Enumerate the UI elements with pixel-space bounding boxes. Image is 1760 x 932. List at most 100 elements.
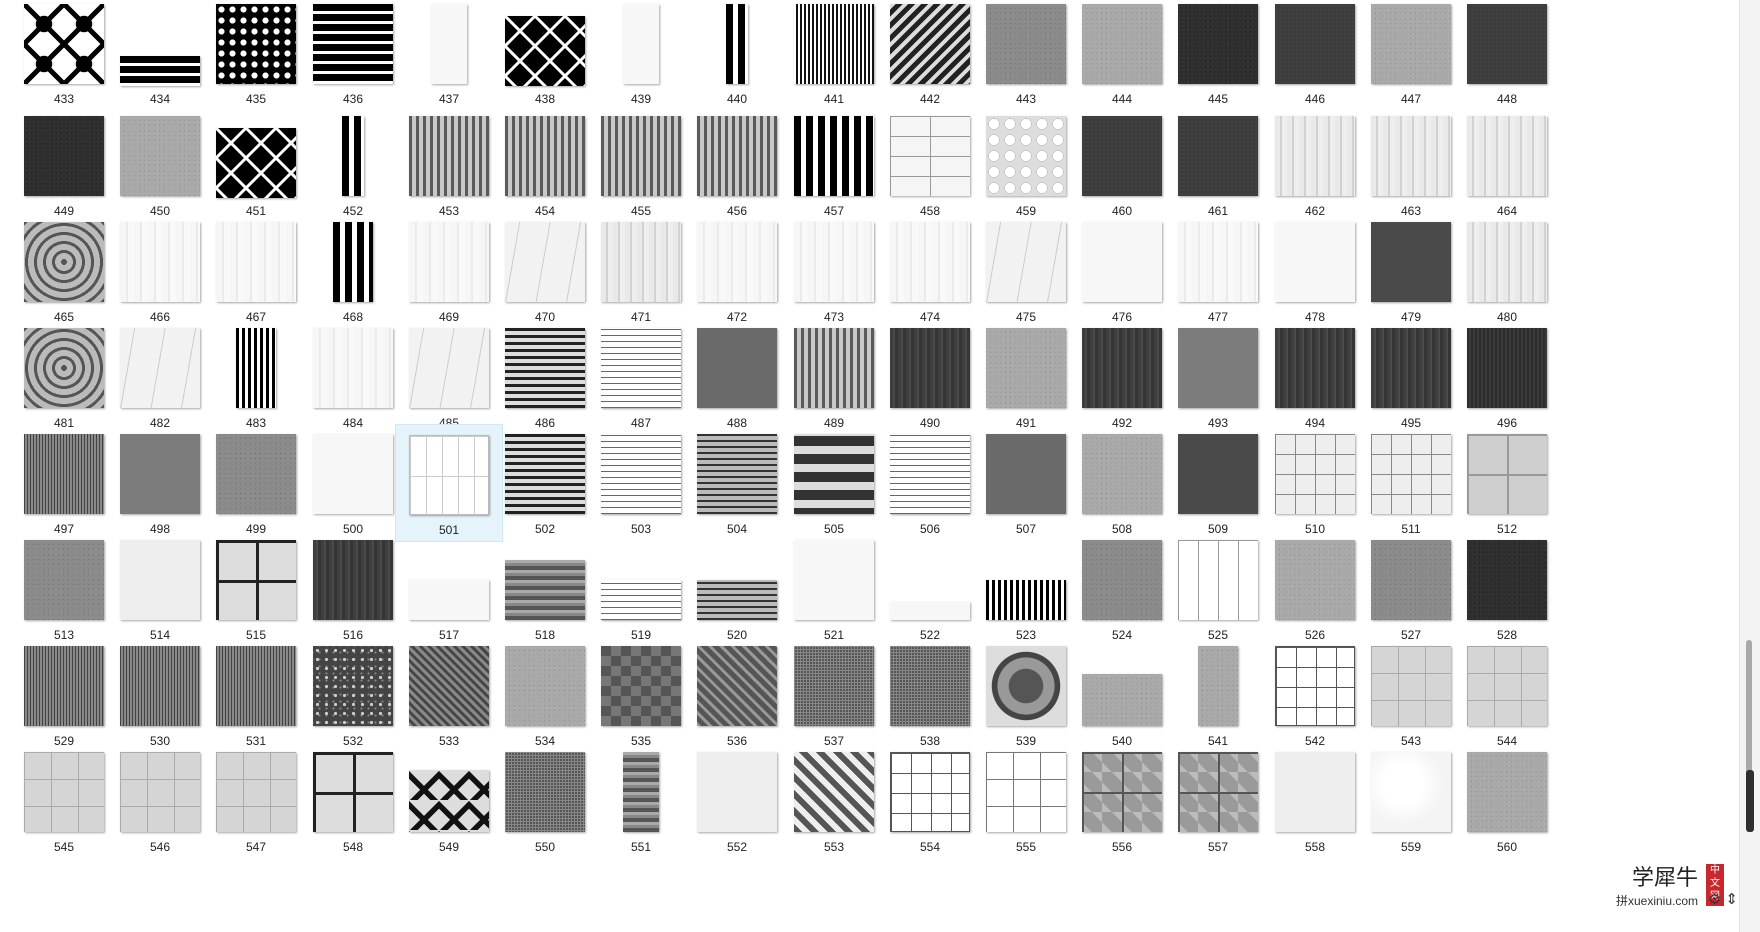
texture-thumbnail[interactable]: 527	[1357, 530, 1465, 648]
texture-thumbnail[interactable]: 459	[972, 106, 1080, 224]
texture-thumbnail[interactable]: 477	[1164, 212, 1272, 330]
texture-thumbnail[interactable]: 457	[780, 106, 888, 224]
texture-thumbnail[interactable]: 479	[1357, 212, 1465, 330]
texture-thumbnail[interactable]: 533	[395, 636, 503, 754]
texture-thumbnail[interactable]: 522	[876, 530, 984, 648]
texture-thumbnail[interactable]: 555	[972, 742, 1080, 860]
texture-thumbnail[interactable]: 506	[876, 424, 984, 542]
texture-thumbnail[interactable]: 473	[780, 212, 888, 330]
texture-thumbnail[interactable]: 443	[972, 0, 1080, 112]
texture-thumbnail[interactable]: 540	[1068, 636, 1176, 754]
texture-thumbnail[interactable]: 447	[1357, 0, 1465, 112]
texture-thumbnail[interactable]: 470	[491, 212, 599, 330]
texture-thumbnail[interactable]: 476	[1068, 212, 1176, 330]
texture-thumbnail[interactable]: 460	[1068, 106, 1176, 224]
texture-thumbnail[interactable]: 501	[395, 424, 503, 542]
texture-thumbnail[interactable]: 481	[10, 318, 118, 436]
texture-thumbnail[interactable]: 523	[972, 530, 1080, 648]
texture-thumbnail[interactable]: 446	[1261, 0, 1369, 112]
texture-thumbnail[interactable]: 497	[10, 424, 118, 542]
texture-thumbnail[interactable]: 444	[1068, 0, 1176, 112]
texture-thumbnail[interactable]: 532	[299, 636, 407, 754]
texture-thumbnail[interactable]: 546	[106, 742, 214, 860]
texture-thumbnail[interactable]: 514	[106, 530, 214, 648]
texture-thumbnail[interactable]: 508	[1068, 424, 1176, 542]
texture-thumbnail[interactable]: 520	[683, 530, 791, 648]
texture-thumbnail[interactable]: 436	[299, 0, 407, 112]
texture-thumbnail[interactable]: 490	[876, 318, 984, 436]
texture-thumbnail[interactable]: 452	[299, 106, 407, 224]
texture-thumbnail[interactable]: 549	[395, 742, 503, 860]
texture-thumbnail[interactable]: 512	[1453, 424, 1561, 542]
texture-thumbnail[interactable]: 463	[1357, 106, 1465, 224]
texture-thumbnail[interactable]: 526	[1261, 530, 1369, 648]
texture-thumbnail[interactable]: 552	[683, 742, 791, 860]
texture-thumbnail[interactable]: 440	[683, 0, 791, 112]
texture-thumbnail[interactable]: 437	[395, 0, 503, 112]
texture-thumbnail[interactable]: 537	[780, 636, 888, 754]
texture-thumbnail[interactable]: 462	[1261, 106, 1369, 224]
texture-thumbnail[interactable]: 510	[1261, 424, 1369, 542]
texture-thumbnail[interactable]: 517	[395, 530, 503, 648]
texture-thumbnail[interactable]: 498	[106, 424, 214, 542]
texture-thumbnail[interactable]: 503	[587, 424, 695, 542]
texture-thumbnail[interactable]: 487	[587, 318, 695, 436]
texture-thumbnail[interactable]: 530	[106, 636, 214, 754]
texture-thumbnail[interactable]: 454	[491, 106, 599, 224]
texture-thumbnail[interactable]: 442	[876, 0, 984, 112]
texture-thumbnail[interactable]: 453	[395, 106, 503, 224]
texture-thumbnail[interactable]: 488	[683, 318, 791, 436]
texture-thumbnail[interactable]: 535	[587, 636, 695, 754]
texture-thumbnail[interactable]: 511	[1357, 424, 1465, 542]
texture-thumbnail[interactable]: 448	[1453, 0, 1561, 112]
texture-thumbnail[interactable]: 534	[491, 636, 599, 754]
texture-thumbnail[interactable]: 521	[780, 530, 888, 648]
texture-thumbnail[interactable]: 559	[1357, 742, 1465, 860]
texture-thumbnail[interactable]: 504	[683, 424, 791, 542]
texture-thumbnail[interactable]: 525	[1164, 530, 1272, 648]
texture-thumbnail[interactable]: 467	[202, 212, 310, 330]
side-panel-handle[interactable]	[1746, 770, 1754, 832]
texture-thumbnail[interactable]: 499	[202, 424, 310, 542]
texture-thumbnail[interactable]: 557	[1164, 742, 1272, 860]
texture-thumbnail[interactable]: 449	[10, 106, 118, 224]
texture-thumbnail[interactable]: 434	[106, 0, 214, 112]
texture-thumbnail[interactable]: 547	[202, 742, 310, 860]
texture-thumbnail[interactable]: 439	[587, 0, 695, 112]
texture-thumbnail[interactable]: 485	[395, 318, 503, 436]
texture-thumbnail[interactable]: 471	[587, 212, 695, 330]
texture-thumbnail[interactable]: 519	[587, 530, 695, 648]
texture-thumbnail[interactable]: 438	[491, 0, 599, 112]
texture-thumbnail[interactable]: 516	[299, 530, 407, 648]
texture-thumbnail[interactable]: 466	[106, 212, 214, 330]
texture-thumbnail[interactable]: 528	[1453, 530, 1561, 648]
texture-thumbnail[interactable]: 558	[1261, 742, 1369, 860]
texture-thumbnail[interactable]: 494	[1261, 318, 1369, 436]
texture-thumbnail[interactable]: 538	[876, 636, 984, 754]
texture-thumbnail[interactable]: 495	[1357, 318, 1465, 436]
texture-thumbnail[interactable]: 482	[106, 318, 214, 436]
texture-thumbnail[interactable]: 491	[972, 318, 1080, 436]
texture-thumbnail[interactable]: 502	[491, 424, 599, 542]
texture-thumbnail[interactable]: 548	[299, 742, 407, 860]
texture-thumbnail[interactable]: 505	[780, 424, 888, 542]
texture-thumbnail[interactable]: 536	[683, 636, 791, 754]
texture-thumbnail[interactable]: 461	[1164, 106, 1272, 224]
texture-thumbnail[interactable]: 560	[1453, 742, 1561, 860]
texture-thumbnail[interactable]: 492	[1068, 318, 1176, 436]
texture-thumbnail[interactable]: 472	[683, 212, 791, 330]
texture-thumbnail[interactable]: 524	[1068, 530, 1176, 648]
texture-thumbnail[interactable]: 550	[491, 742, 599, 860]
texture-thumbnail[interactable]: 455	[587, 106, 695, 224]
texture-thumbnail[interactable]: 465	[10, 212, 118, 330]
texture-thumbnail[interactable]: 480	[1453, 212, 1561, 330]
texture-thumbnail[interactable]: 500	[299, 424, 407, 542]
texture-thumbnail[interactable]: 469	[395, 212, 503, 330]
texture-thumbnail[interactable]: 483	[202, 318, 310, 436]
texture-thumbnail[interactable]: 493	[1164, 318, 1272, 436]
texture-thumbnail[interactable]: 509	[1164, 424, 1272, 542]
texture-thumbnail[interactable]: 474	[876, 212, 984, 330]
texture-thumbnail[interactable]: 553	[780, 742, 888, 860]
texture-thumbnail[interactable]: 556	[1068, 742, 1176, 860]
texture-thumbnail[interactable]: 433	[10, 0, 118, 112]
